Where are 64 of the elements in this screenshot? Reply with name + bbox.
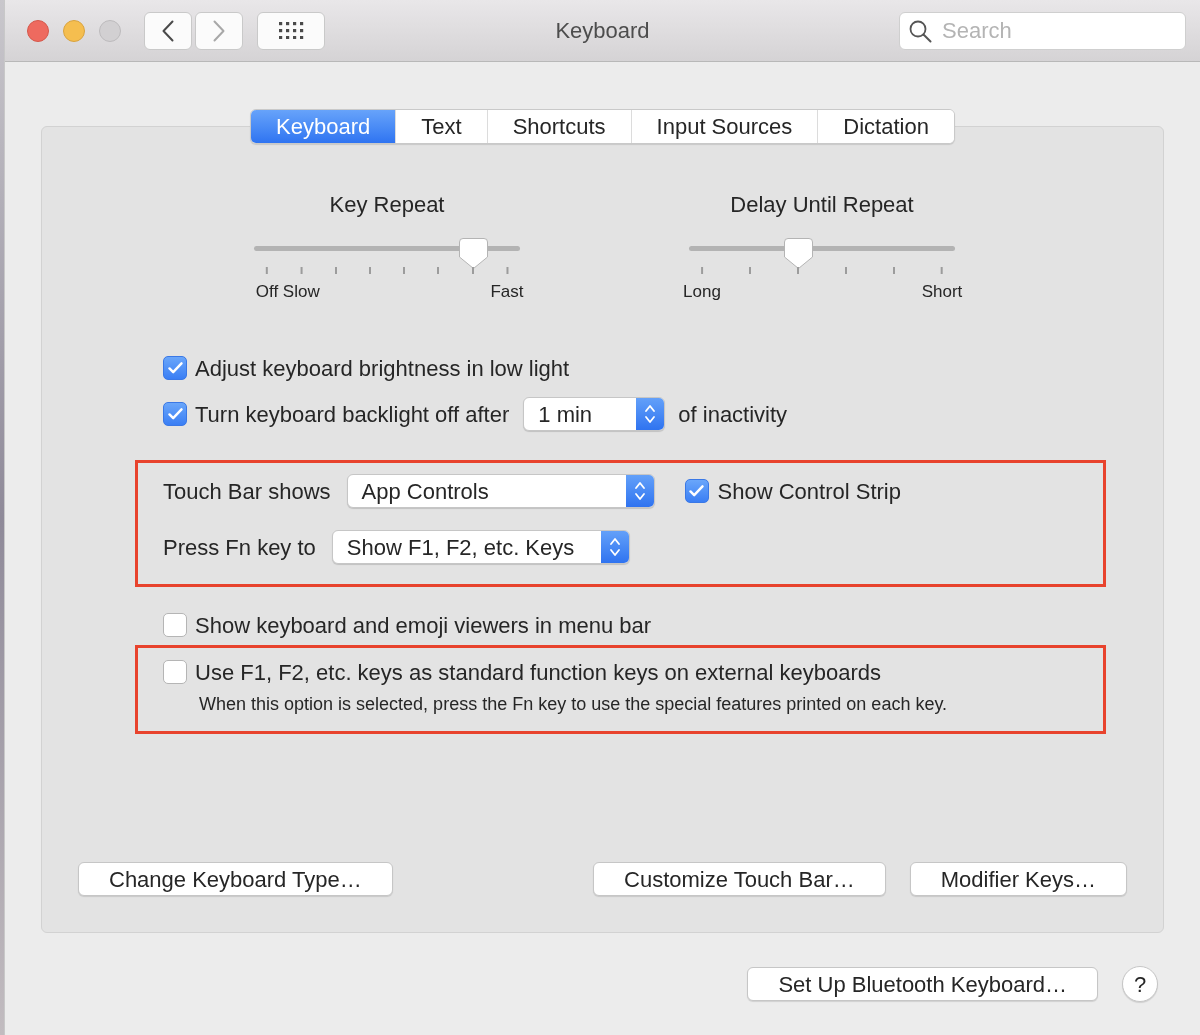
- checkbox[interactable]: [163, 613, 187, 637]
- tab[interactable]: Input Sources: [630, 110, 818, 143]
- popup-menu[interactable]: App Controls: [346, 474, 655, 508]
- help-button[interactable]: ?: [1122, 966, 1158, 1002]
- checkbox-label: Show Control Strip: [717, 477, 901, 506]
- checkbox-label: Show keyboard and emoji viewers in menu bar: [195, 611, 652, 640]
- search-icon: [908, 18, 932, 43]
- tick-label: Slow: [282, 282, 320, 302]
- tick-mark: [797, 267, 799, 274]
- tick-label: Off: [255, 282, 279, 302]
- suffix-label: of inactivity: [678, 400, 788, 429]
- tick-mark: [266, 267, 268, 274]
- push-button[interactable]: Customize Touch Bar…: [593, 862, 886, 896]
- push-button[interactable]: Set Up Bluetooth Keyboard…: [747, 967, 1098, 1001]
- slider-track[interactable]: [689, 238, 955, 269]
- checkbox-label: Adjust keyboard brightness in low light: [195, 354, 570, 383]
- window-title: Keyboard: [555, 17, 650, 45]
- tick-label: Fast: [490, 282, 524, 302]
- tick-mark: [368, 267, 371, 274]
- close-icon[interactable]: [27, 19, 49, 42]
- checkmark-icon: [689, 485, 705, 497]
- checkbox[interactable]: [163, 402, 187, 426]
- tab[interactable]: Shortcuts: [486, 110, 631, 143]
- tick-mark: [334, 267, 337, 274]
- tick-mark: [893, 267, 895, 274]
- tick-mark: [701, 267, 703, 274]
- tick-mark: [300, 267, 303, 274]
- checkbox[interactable]: [163, 356, 187, 380]
- tick-label: Short: [921, 282, 963, 302]
- checkbox-label: Use F1, F2, etc. keys as standard function keys on external keyboards: [195, 658, 881, 687]
- checkbox[interactable]: [684, 479, 709, 503]
- field-label: Press Fn key to: [163, 533, 316, 562]
- checkmark-icon: [167, 408, 183, 420]
- grid-icon: [278, 22, 304, 39]
- tick-label: Long: [683, 282, 721, 302]
- tick-mark: [506, 267, 508, 274]
- show-all-button[interactable]: [257, 11, 325, 50]
- tick-mark: [941, 267, 943, 274]
- slider-label: Key Repeat: [329, 193, 445, 217]
- slider-label: Delay Until Repeat: [730, 193, 914, 217]
- tick-mark: [437, 267, 440, 274]
- push-button[interactable]: Change Keyboard Type…: [78, 862, 393, 896]
- stepper-icon: [625, 475, 654, 507]
- push-button[interactable]: Modifier Keys…: [909, 862, 1127, 896]
- tick-mark: [403, 267, 406, 274]
- minimize-icon[interactable]: [63, 19, 85, 42]
- slider-track[interactable]: [254, 238, 520, 269]
- checkbox[interactable]: [163, 660, 187, 684]
- slider-thumb[interactable]: [458, 238, 488, 269]
- checkmark-icon: [167, 362, 183, 374]
- popup-menu[interactable]: Show F1, F2, etc. Keys: [331, 530, 630, 564]
- tick-mark: [845, 267, 847, 274]
- tick-mark: [749, 267, 751, 274]
- tab[interactable]: Dictation: [817, 110, 954, 143]
- back-button[interactable]: [144, 11, 192, 50]
- tick-mark: [471, 267, 474, 274]
- stepper-icon: [600, 531, 629, 563]
- field-label: Touch Bar shows: [163, 477, 331, 506]
- slider-thumb[interactable]: [783, 238, 813, 269]
- help-note: When this option is selected, press the Fn key to use the special features printed on each key.: [199, 693, 948, 715]
- checkbox-label: Turn keyboard backlight off after: [195, 400, 510, 429]
- stepper-icon: [636, 398, 665, 430]
- tab[interactable]: Text: [395, 110, 487, 143]
- popup-menu[interactable]: 1 min: [523, 397, 666, 431]
